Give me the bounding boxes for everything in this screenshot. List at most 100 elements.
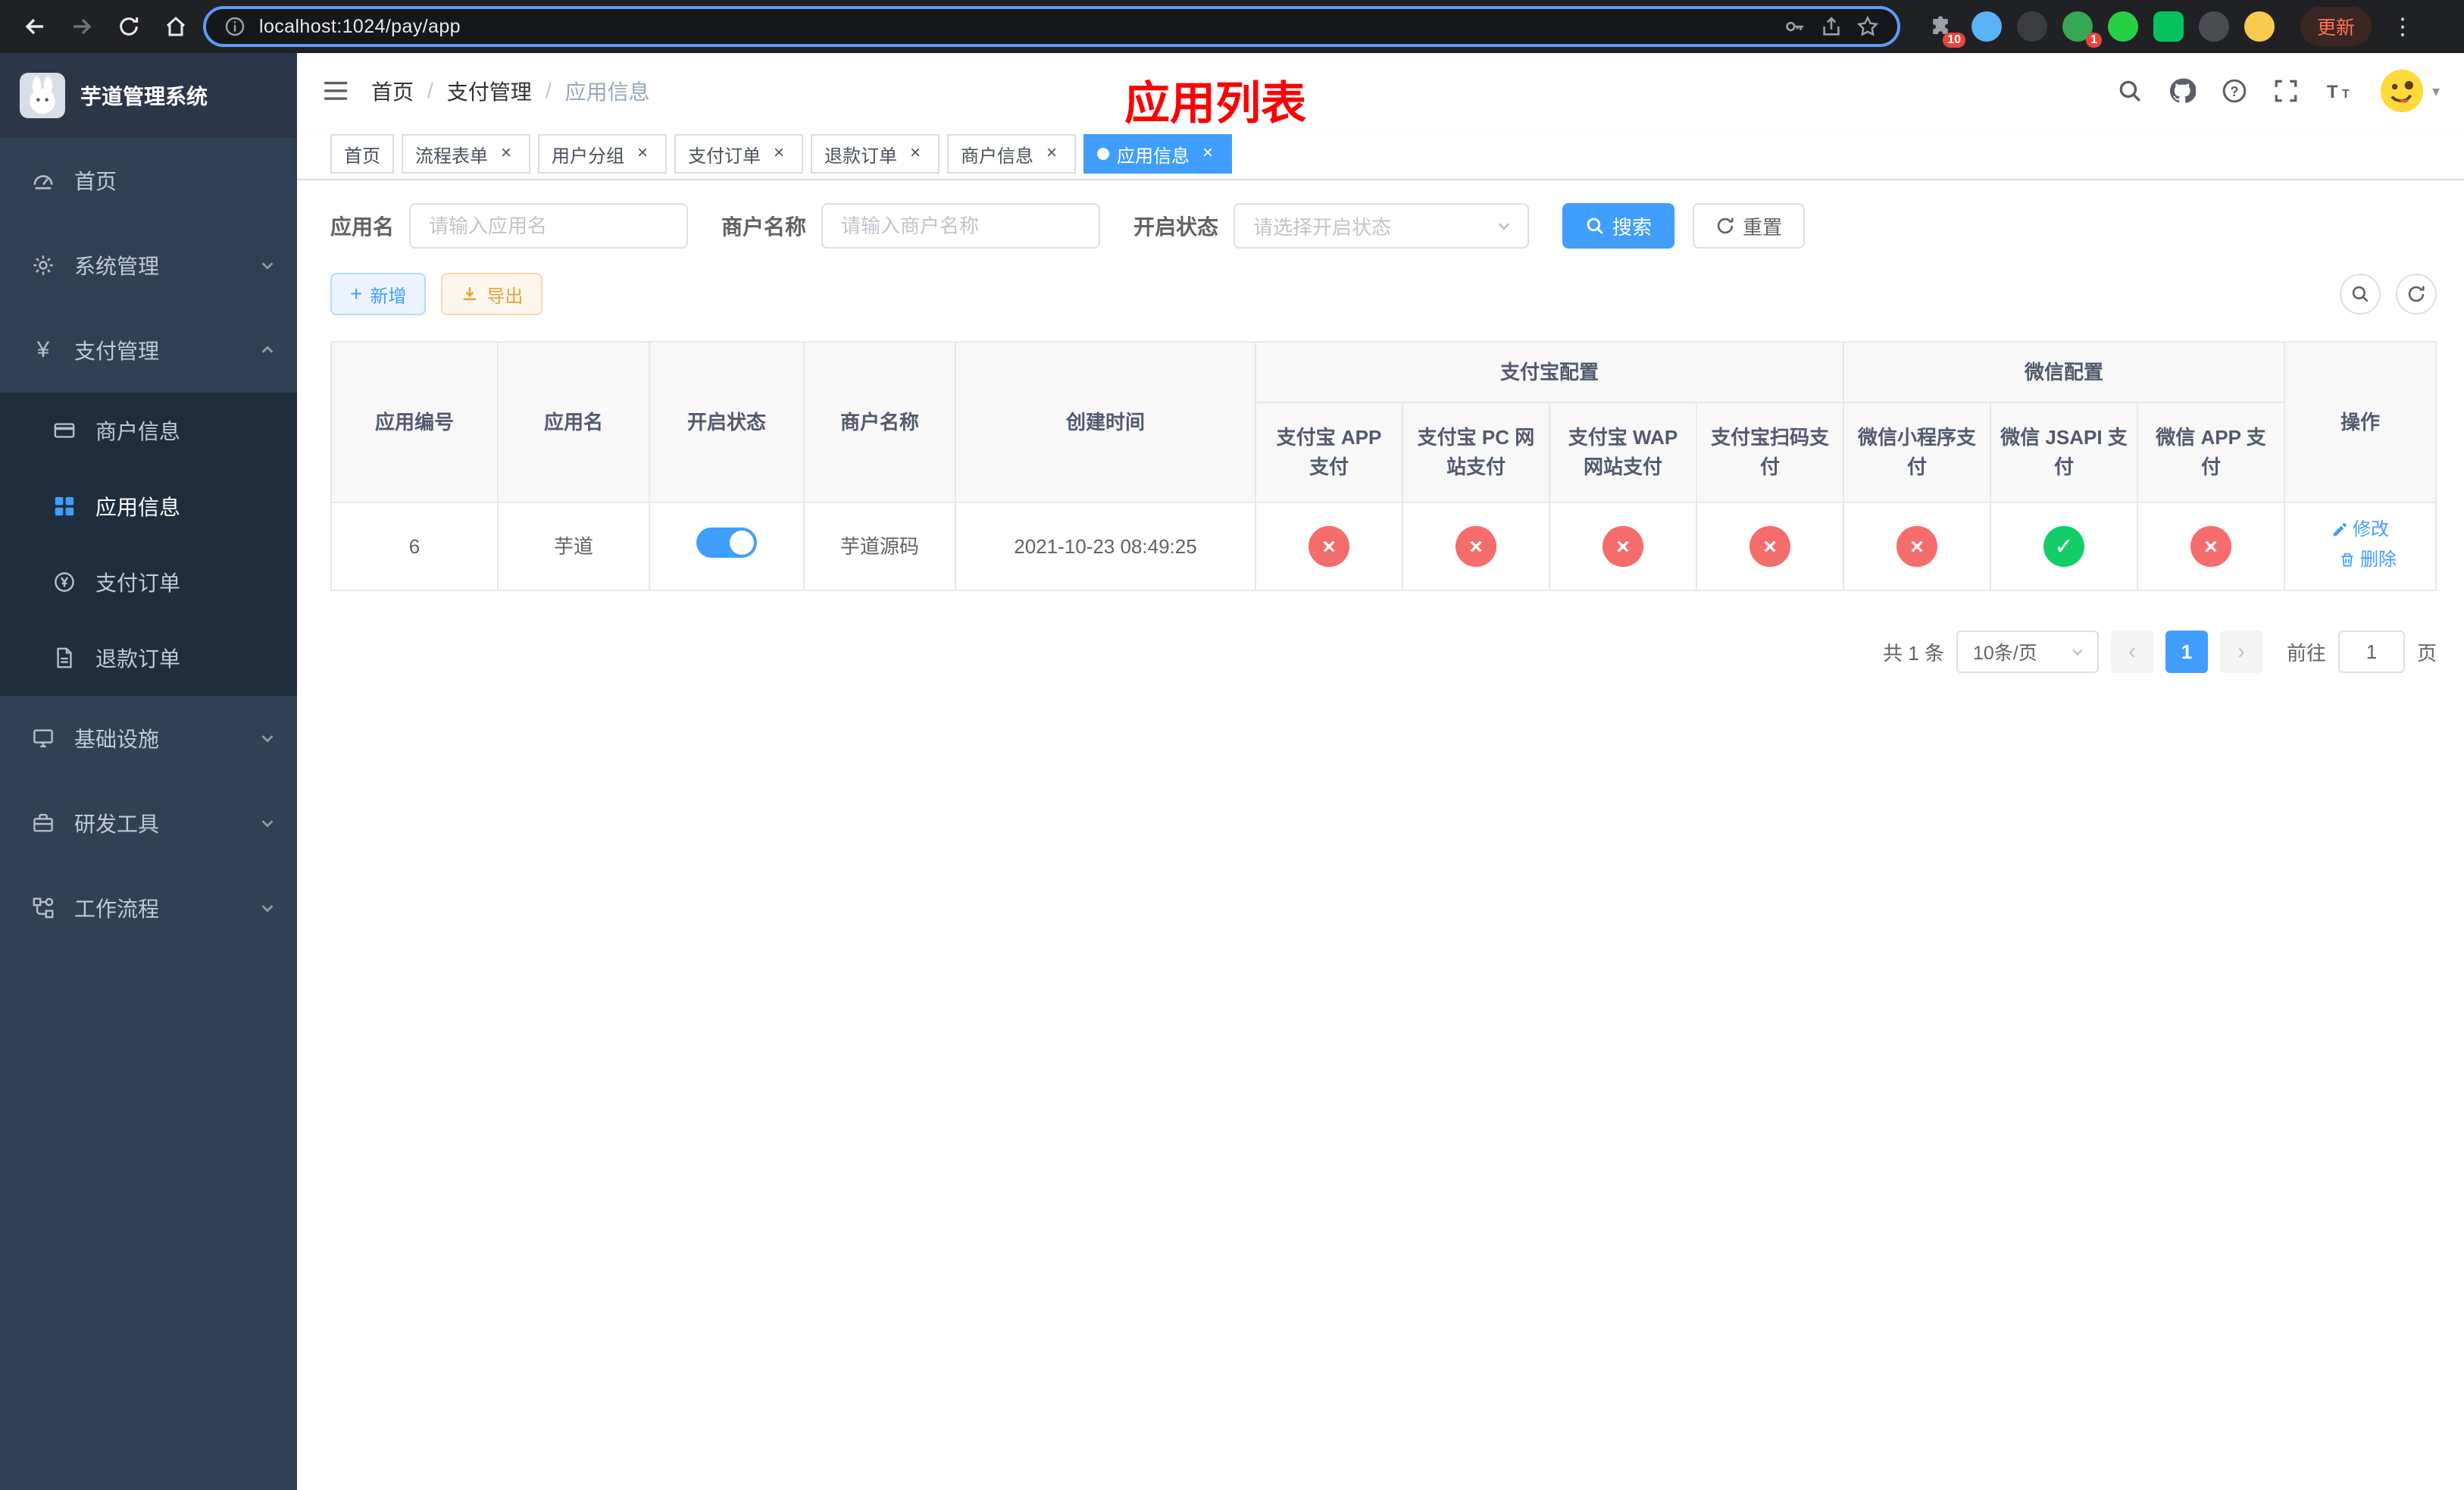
page-title: 应用列表 — [1124, 78, 1306, 129]
github-icon[interactable] — [2169, 77, 2196, 105]
sidebar-item-infrastructure[interactable]: 基础设施 — [0, 696, 297, 781]
header-alipay-wap: 支付宝 WAP 网站支付 — [1548, 402, 1697, 503]
tab-label: 支付订单 — [688, 146, 761, 167]
sidebar-item-refund-order[interactable]: 退款订单 — [0, 620, 297, 696]
app-window: 芋道管理系统 首页 系统管理 ¥ 支付管理 商户信息 应用信息 支付订单 退款订… — [0, 53, 2464, 1490]
header-merchant: 商户名称 — [803, 341, 956, 503]
merchant-name-input[interactable] — [821, 203, 1101, 249]
sidebar-item-app-info[interactable]: 应用信息 — [0, 468, 297, 544]
breadcrumb-separator: / — [545, 79, 552, 102]
search-icon — [1587, 218, 1603, 234]
extensions-puzzle-icon[interactable]: 10 — [1926, 11, 1965, 48]
address-bar[interactable]: localhost:1024/pay/app — [203, 6, 1900, 47]
browser-back-button[interactable] — [15, 7, 55, 46]
gear-icon — [30, 254, 56, 277]
help-icon[interactable]: ? — [2222, 78, 2247, 104]
tab-process-form[interactable]: 流程表单 × — [402, 134, 530, 174]
extension-dark-icon[interactable] — [2017, 11, 2047, 42]
page-size-select[interactable]: 10条/页 — [1956, 631, 2099, 673]
tab-label: 流程表单 — [415, 146, 488, 167]
tab-refund-order[interactable]: 退款订单 × — [811, 134, 940, 174]
sidebar-toggle-icon[interactable] — [321, 77, 350, 105]
bookmark-star-icon[interactable] — [1856, 15, 1879, 38]
prev-page-button[interactable]: ‹ — [2110, 631, 2153, 673]
sidebar-item-dev-tools[interactable]: 研发工具 — [0, 781, 297, 866]
browser-home-button[interactable] — [156, 7, 195, 46]
app-name-input[interactable] — [409, 203, 689, 249]
breadcrumb-home[interactable]: 首页 — [371, 76, 414, 106]
header-wechat-app: 微信 APP 支付 — [2136, 402, 2286, 503]
download-icon — [464, 287, 477, 300]
sidebar-item-merchant-info[interactable]: 商户信息 — [0, 393, 297, 468]
add-button[interactable]: + 新增 — [330, 273, 427, 315]
reset-button[interactable]: 重置 — [1693, 203, 1806, 249]
sidebar-item-label: 基础设施 — [74, 728, 160, 751]
navbar-actions: ? TT ▾ — [2117, 68, 2440, 114]
search-icon[interactable] — [2117, 78, 2143, 104]
breadcrumb-payment[interactable]: 支付管理 — [447, 76, 532, 106]
tab-label: 首页 — [344, 146, 380, 167]
url-text[interactable]: localhost:1024/pay/app — [259, 16, 1770, 38]
user-menu[interactable]: ▾ — [2379, 68, 2440, 114]
share-icon[interactable] — [1820, 15, 1843, 38]
page-1-button[interactable]: 1 — [2165, 631, 2208, 673]
export-button[interactable]: 导出 — [441, 273, 543, 315]
tab-pay-order[interactable]: 支付订单 × — [674, 134, 803, 174]
app-logo — [20, 73, 65, 118]
extension-wechat-icon[interactable] — [2108, 11, 2138, 42]
cell-alipay-qr: × — [1695, 502, 1844, 591]
header-ops: 操作 — [2284, 341, 2437, 503]
browser-menu-icon[interactable]: ⋮ — [2391, 14, 2414, 40]
close-icon[interactable]: × — [1041, 143, 1062, 164]
extension-emoji-icon[interactable] — [2244, 11, 2275, 42]
chevron-down-icon — [2072, 649, 2083, 656]
status-fail-icon: × — [2190, 526, 2231, 567]
goto-page-input[interactable] — [2337, 631, 2405, 673]
sidebar-item-label: 工作流程 — [74, 897, 160, 921]
tab-app-info[interactable]: 应用信息 × — [1083, 134, 1232, 174]
status-select[interactable]: 请选择开启状态 — [1234, 203, 1530, 249]
header-wechat-group: 微信配置 — [1842, 341, 2286, 403]
toggle-search-button[interactable] — [2340, 274, 2381, 315]
edit-link[interactable]: 修改 — [2331, 516, 2389, 543]
status-fail-icon: × — [1602, 526, 1643, 567]
monitor-icon — [30, 727, 56, 750]
password-key-icon[interactable] — [1784, 15, 1806, 38]
status-toggle[interactable] — [696, 527, 757, 558]
browser-update-button[interactable]: 更新 — [2300, 7, 2372, 46]
delete-link[interactable]: 删除 — [2339, 546, 2397, 574]
font-size-icon[interactable]: TT — [2325, 79, 2353, 103]
next-page-button[interactable]: › — [2219, 631, 2262, 673]
fullscreen-icon[interactable] — [2273, 78, 2299, 104]
close-icon[interactable]: × — [1197, 143, 1218, 164]
header-alipay-pc: 支付宝 PC 网站支付 — [1401, 402, 1550, 503]
pagination: 共 1 条 10条/页 ‹ 1 › 前往 页 — [330, 631, 2437, 673]
sidebar-item-system[interactable]: 系统管理 — [0, 223, 297, 308]
grid-icon — [52, 495, 77, 518]
sidebar-item-workflow[interactable]: 工作流程 — [0, 866, 297, 950]
close-icon[interactable]: × — [768, 143, 790, 164]
payment-submenu: 商户信息 应用信息 支付订单 退款订单 — [0, 393, 297, 696]
chevron-down-icon — [259, 900, 276, 916]
tab-user-group[interactable]: 用户分组 × — [538, 134, 667, 174]
refresh-table-button[interactable] — [2396, 274, 2437, 315]
extension-pin-icon[interactable] — [2199, 11, 2229, 42]
tab-home[interactable]: 首页 — [330, 134, 394, 174]
sidebar-item-home[interactable]: 首页 — [0, 138, 297, 223]
close-icon[interactable]: × — [905, 143, 926, 164]
browser-reload-button[interactable] — [109, 7, 149, 46]
extension-green-icon[interactable]: 1 — [2062, 11, 2102, 48]
sidebar-item-pay-order[interactable]: 支付订单 — [0, 544, 297, 620]
tab-label: 商户信息 — [961, 146, 1033, 167]
tab-merchant-info[interactable]: 商户信息 × — [947, 134, 1076, 174]
sidebar-item-payment[interactable]: ¥ 支付管理 — [0, 308, 297, 393]
close-icon[interactable]: × — [632, 143, 653, 164]
cell-alipay-app: × — [1254, 502, 1403, 591]
browser-forward-button[interactable] — [62, 7, 102, 46]
site-info-icon[interactable] — [224, 16, 245, 37]
close-icon[interactable]: × — [496, 143, 517, 164]
search-button[interactable]: 搜索 — [1562, 203, 1675, 249]
extension-blue-icon[interactable] — [1972, 11, 2002, 42]
app-logo-row[interactable]: 芋道管理系统 — [0, 53, 297, 138]
extension-chat-icon[interactable] — [2153, 11, 2184, 42]
